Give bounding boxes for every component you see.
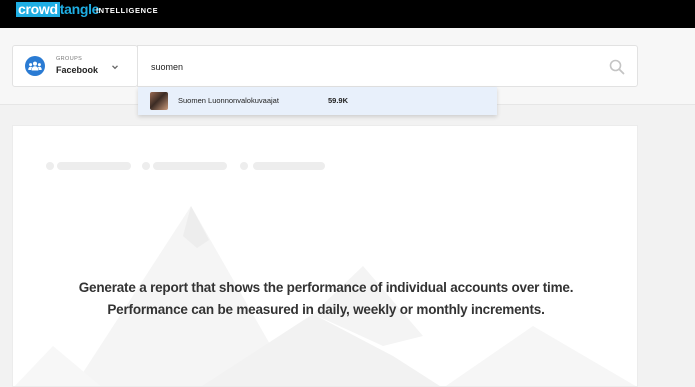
placeholder-bar xyxy=(253,162,325,170)
suggestion-count: 59.9K xyxy=(328,96,349,105)
report-card: Generate a report that shows the perform… xyxy=(12,125,638,387)
suggestion-item[interactable]: Suomen Luonnonvalokuvaajat 59.9K xyxy=(138,87,497,115)
chevron-down-icon[interactable] xyxy=(111,64,119,70)
group-platform-label: Facebook xyxy=(56,65,99,75)
search-input[interactable]: suomen xyxy=(137,45,638,87)
placeholder-dot xyxy=(240,162,248,170)
search-input-value[interactable]: suomen xyxy=(151,62,183,72)
crowdtangle-logo[interactable]: crowd tangle xyxy=(16,2,99,17)
search-suggestions: Suomen Luonnonvalokuvaajat 59.9K xyxy=(138,87,497,115)
search-icon[interactable] xyxy=(609,59,625,75)
placeholder-dot xyxy=(142,162,150,170)
group-selector[interactable]: GROUPS Facebook xyxy=(12,45,138,87)
group-people-icon xyxy=(25,56,45,76)
nav-intelligence[interactable]: INTELLIGENCE xyxy=(96,6,158,15)
empty-state-line-2: Performance can be measured in daily, we… xyxy=(107,302,545,317)
group-type-label: GROUPS xyxy=(56,56,83,62)
logo-text-tangle: tangle xyxy=(59,1,100,17)
suggestion-name: Suomen Luonnonvalokuvaajat xyxy=(178,96,279,105)
empty-state-line-1: Generate a report that shows the perform… xyxy=(78,280,574,295)
account-avatar xyxy=(150,92,168,110)
placeholder-dot xyxy=(46,162,54,170)
placeholder-bar xyxy=(57,162,131,170)
logo-text-crowd: crowd xyxy=(16,1,60,17)
placeholder-bar xyxy=(153,162,227,170)
top-bar: crowd tangle INTELLIGENCE xyxy=(0,0,695,28)
